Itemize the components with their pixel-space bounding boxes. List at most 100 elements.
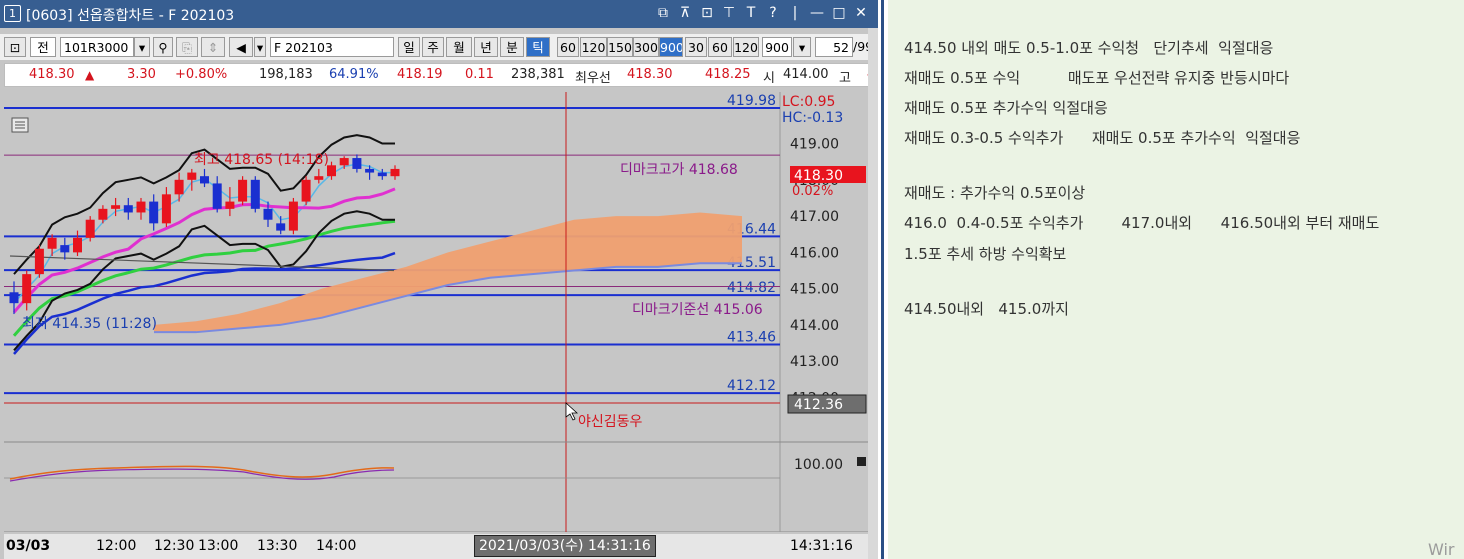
up-arrow-icon: ▲ xyxy=(85,68,95,82)
price-tick-label: 419.00 xyxy=(790,137,839,153)
price-tick-label: 415.00 xyxy=(790,282,839,298)
time-tick: 12:30 xyxy=(154,538,195,554)
time-axis: 03/03 12:00 12:30 13:00 13:30 14:00 2021… xyxy=(4,534,872,559)
candle-body xyxy=(187,172,197,180)
speaker-dropdown-icon[interactable]: ▾ xyxy=(254,37,266,57)
window-title: [0603] 선옵종합차트 - F 202103 xyxy=(26,8,235,24)
title-bar-controls: ⧉ ⊼ ⊡ ⊤ T ? | — □ ✕ xyxy=(654,3,870,23)
interval-900[interactable]: 900 xyxy=(659,37,683,57)
copy-icon[interactable]: ⎘ xyxy=(176,37,198,57)
help-icon[interactable]: ? xyxy=(764,3,782,23)
pane-divider[interactable] xyxy=(878,0,888,559)
note-line: 414.50 내외 매도 0.5-1.0포 수익청 단기추세 익절대응 xyxy=(904,39,1274,57)
candle-body xyxy=(149,201,159,224)
quote-p3: 0.11 xyxy=(465,67,494,82)
minimize-icon[interactable]: — xyxy=(808,3,826,23)
current-time-label: 14:31:16 xyxy=(790,538,853,554)
time-tick: 13:00 xyxy=(198,538,239,554)
interval-120[interactable]: 120 xyxy=(580,37,607,57)
period-year[interactable]: 년 xyxy=(474,37,498,57)
spinner-icon[interactable]: ⇕ xyxy=(201,37,225,57)
candle-body xyxy=(301,179,311,202)
dimark-high-label: 디마크고가 418.68 xyxy=(620,162,738,178)
candle-body xyxy=(250,179,260,209)
date-label: 03/03 xyxy=(6,538,51,554)
candle-body xyxy=(85,219,95,238)
lc-label: LC:0.95 xyxy=(782,94,835,110)
quote-p2: 418.19 xyxy=(397,67,443,82)
candle-body xyxy=(390,168,400,177)
period-day[interactable]: 일 xyxy=(398,37,420,57)
title-bar[interactable]: 1 [0603] 선옵종합차트 - F 202103 ⧉ ⊼ ⊡ ⊤ T ? |… xyxy=(0,0,878,28)
sub-tick-label: 100.00 xyxy=(794,457,843,473)
sub-chart-menu-icon[interactable] xyxy=(857,457,866,466)
price-tick-label: 413.00 xyxy=(790,354,839,370)
dimark-base-label: 디마크기준선 415.06 xyxy=(632,302,763,318)
symbol-input[interactable]: F 202103 xyxy=(270,37,394,57)
interval-60b[interactable]: 60 xyxy=(708,37,732,57)
quote-price: 418.30 xyxy=(29,67,75,82)
time-tick: 14:00 xyxy=(316,538,357,554)
high-annotation: 최고 418.65 (14:18) xyxy=(194,152,329,168)
period-week[interactable]: 주 xyxy=(422,37,444,57)
level-label: 412.12 xyxy=(727,378,776,394)
pin-icon[interactable]: ⊤ xyxy=(720,3,738,23)
price-chart[interactable]: 419.98416.44415.51414.82413.46412.12 419… xyxy=(4,92,868,533)
interval-60[interactable]: 60 xyxy=(557,37,579,57)
vertical-scrollbar[interactable] xyxy=(868,28,878,559)
open-label: 시 xyxy=(763,71,775,86)
candle-body xyxy=(161,194,171,224)
chevron-down-icon[interactable]: ▾ xyxy=(134,37,150,57)
candle-body xyxy=(174,179,184,195)
candle-body xyxy=(365,168,375,173)
separator-icon: | xyxy=(792,5,798,21)
price-tick-label: 416.00 xyxy=(790,245,839,261)
candle-body xyxy=(9,292,19,304)
low-annotation: 최저 414.35 (11:28) xyxy=(22,316,157,332)
period-month[interactable]: 월 xyxy=(446,37,472,57)
speaker-icon[interactable]: ◀ xyxy=(229,37,253,57)
price-chart-area[interactable]: 419.98 416.44 415.51 414.82 413.46 412.12 419… xyxy=(4,92,868,533)
interval-30[interactable]: 30 xyxy=(685,37,707,57)
candle-body xyxy=(22,274,32,304)
level-label: 413.46 xyxy=(727,330,776,346)
current-price-value: 418.30 xyxy=(794,168,843,184)
note-line: 재매도 0.5포 수익 매도포 우선전략 유지중 반등시마다 xyxy=(904,69,1290,87)
interval-120b[interactable]: 120 xyxy=(733,37,759,57)
pin-top-icon[interactable]: ⊼ xyxy=(676,3,694,23)
restore-icon[interactable]: ⊡ xyxy=(698,3,716,23)
high-label: 고 xyxy=(839,71,851,86)
maximize-icon[interactable]: □ xyxy=(830,3,848,23)
text-icon[interactable]: T xyxy=(742,3,760,23)
candle-body xyxy=(200,176,209,184)
count-dropdown-icon[interactable]: ▾ xyxy=(793,37,811,57)
period-minute[interactable]: 분 xyxy=(500,37,524,57)
activation-watermark: Wir xyxy=(1428,540,1455,559)
layout-icon[interactable]: ⊡ xyxy=(4,37,26,57)
time-tick: 12:00 xyxy=(96,538,137,554)
link-window-icon[interactable]: ⧉ xyxy=(654,3,672,23)
quote-ratio: 64.91% xyxy=(329,67,379,82)
candle-body xyxy=(123,205,133,213)
current-pct-value: 0.02% xyxy=(792,184,833,199)
candle-body xyxy=(276,223,286,231)
best-label: 최우선 xyxy=(575,71,611,86)
count-input[interactable]: 52 xyxy=(815,37,853,57)
count-select[interactable]: 900 xyxy=(762,37,792,57)
candle-body xyxy=(47,237,57,249)
level-label: 419.98 xyxy=(727,93,776,109)
interval-300[interactable]: 300 xyxy=(633,37,659,57)
note-line: 1.5포 추세 하방 수익확보 xyxy=(904,245,1067,263)
code-select[interactable]: 101R3000 xyxy=(60,37,134,57)
period-tick[interactable]: 틱 xyxy=(526,37,550,57)
note-line: 재매도 0.3-0.5 수익추가 재매도 0.5포 추가수익 익절대응 xyxy=(904,129,1301,147)
candle-body xyxy=(98,208,108,220)
close-icon[interactable]: ✕ xyxy=(852,3,870,23)
candle-body xyxy=(136,201,146,213)
quote-vol2: 238,381 xyxy=(511,67,565,82)
jeon-button[interactable]: 전 xyxy=(30,37,56,57)
cursor-author-label: 야신김동우 xyxy=(578,414,643,430)
interval-150[interactable]: 150 xyxy=(607,37,633,57)
cursor-price-value: 412.36 xyxy=(794,397,843,413)
search-icon[interactable]: ⚲ xyxy=(153,37,173,57)
